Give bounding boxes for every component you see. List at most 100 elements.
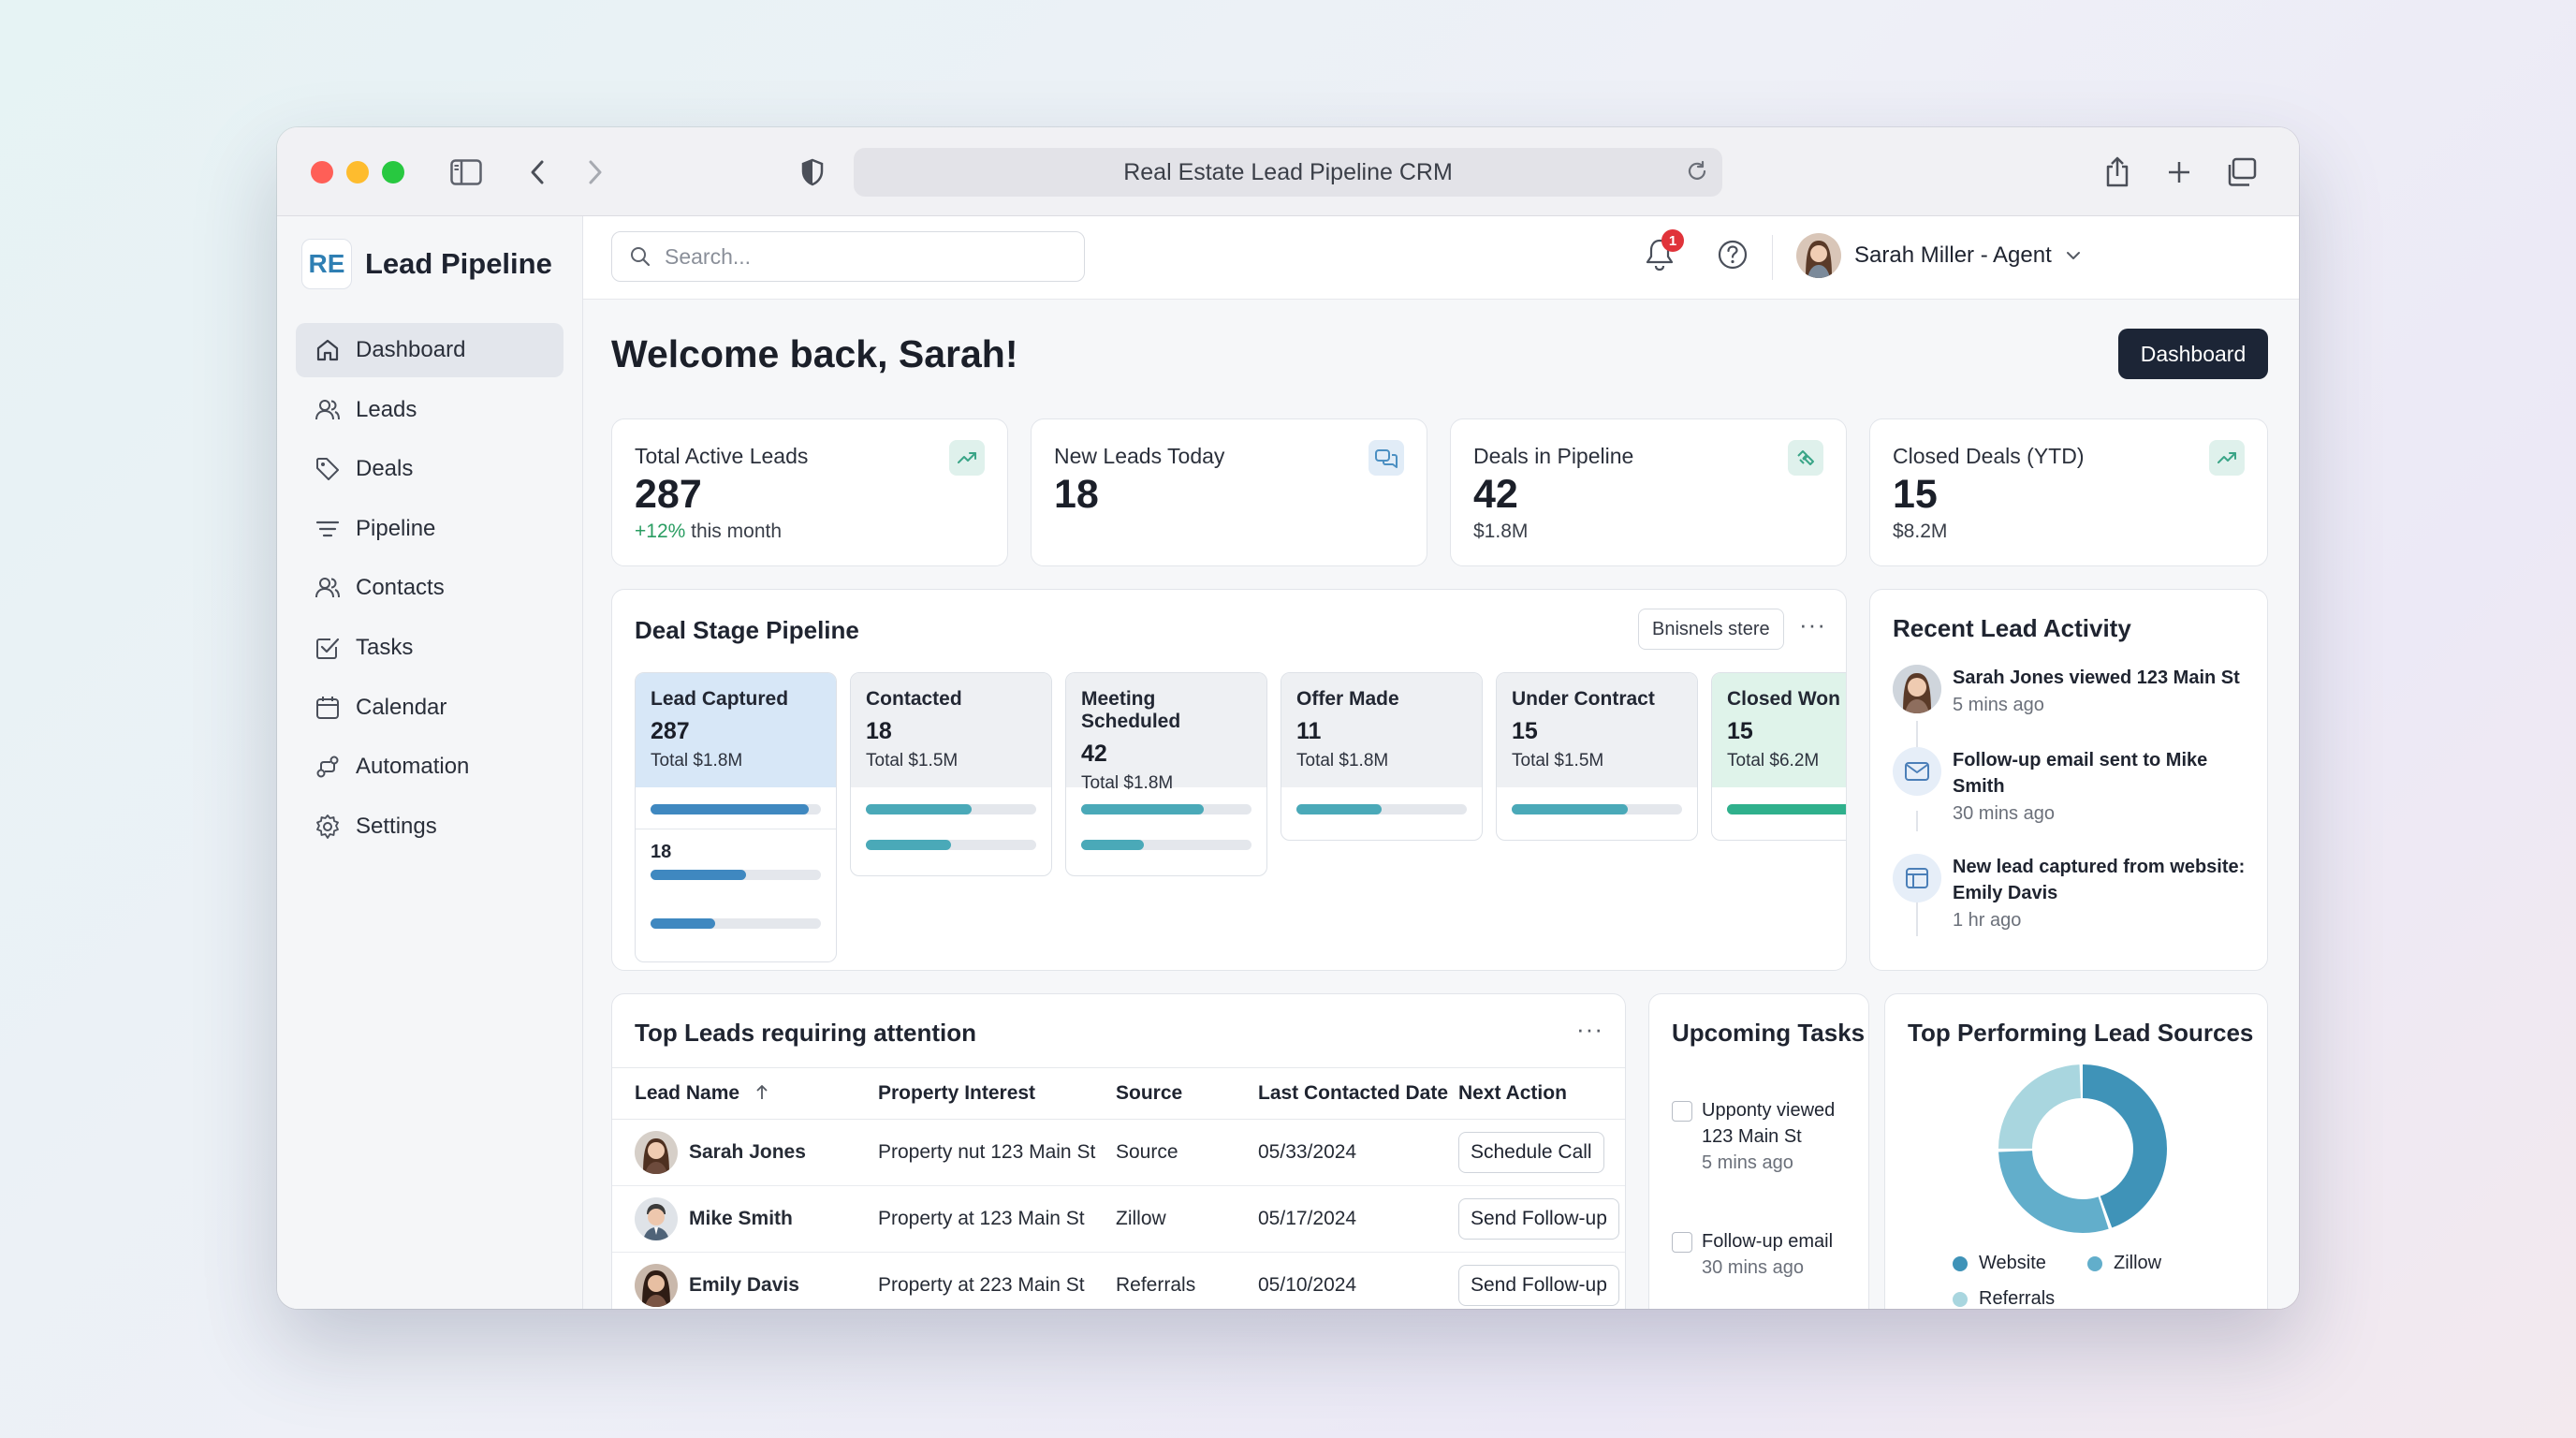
stage-progress-fill <box>866 804 972 814</box>
new-tab-icon[interactable] <box>2159 152 2200 193</box>
column-header-property-interest[interactable]: Property Interest <box>856 1067 1106 1120</box>
table-row[interactable]: Sarah Jones Property nut 123 Main St Sou… <box>612 1119 1625 1186</box>
stage-total: Total $1.8M <box>1081 773 1174 793</box>
pipeline-filter-chip[interactable]: Bnisnels stere <box>1638 609 1784 650</box>
minimize-window-button[interactable] <box>346 161 369 183</box>
search-box[interactable] <box>611 231 1085 282</box>
task-time: 5 mins ago <box>1702 1152 1793 1173</box>
sidebar-item-pipeline[interactable]: Pipeline <box>296 502 564 556</box>
task-checkbox[interactable] <box>1672 1101 1692 1122</box>
more-options-icon[interactable]: ··· <box>1576 1015 1603 1044</box>
sidebar-item-settings[interactable]: Settings <box>296 800 564 854</box>
task-label: Follow-up email <box>1702 1231 1834 1252</box>
activity-item[interactable]: New lead captured from website: Emily Da… <box>1893 854 2258 931</box>
property-interest-cell: Property at 123 Main St <box>856 1185 1106 1253</box>
notification-badge: 1 <box>1661 229 1684 252</box>
stage-progress-bar <box>1512 804 1682 814</box>
trending-up-icon <box>949 440 985 476</box>
stage-progress-fill <box>1727 804 1846 814</box>
user-avatar <box>1796 233 1841 278</box>
sort-ascending-icon[interactable] <box>754 1084 769 1101</box>
gear-icon <box>316 814 339 839</box>
pipeline-stage-closed-won[interactable]: Closed Won 15 Total $6.2M <box>1711 672 1846 841</box>
upcoming-tasks-title: Upcoming Tasks <box>1672 1019 1866 1047</box>
legend-label: Website <box>1979 1253 2046 1273</box>
table-row[interactable]: Emily Davis Property at 223 Main St Refe… <box>612 1252 1625 1309</box>
more-options-icon[interactable]: ··· <box>1799 610 1826 639</box>
user-name: Sarah Miller - Agent <box>1854 242 2052 268</box>
property-interest-cell: Property nut 123 Main St <box>856 1119 1106 1186</box>
forward-icon[interactable] <box>575 152 616 193</box>
privacy-shield-icon[interactable] <box>792 152 833 193</box>
sidebar-item-automation[interactable]: Automation <box>296 740 564 794</box>
send-follow-up-button[interactable]: Send Follow-up <box>1458 1198 1619 1240</box>
task-item[interactable]: Upponty viewed 123 Main St 5 mins ago <box>1672 1097 1850 1219</box>
lead-name-cell: Mike Smith <box>635 1197 856 1240</box>
stage-progress-fill <box>651 918 716 929</box>
lead-name-cell: Sarah Jones <box>635 1131 856 1174</box>
address-bar[interactable]: Real Estate Lead Pipeline CRM <box>854 148 1722 197</box>
sidebar-toggle-icon[interactable] <box>446 152 487 193</box>
legend-item-referrals: Referrals <box>1953 1288 2055 1309</box>
chat-icon <box>1368 440 1404 476</box>
stage-header: Under Contract 15 Total $1.5M <box>1497 673 1697 787</box>
tab-overview-icon[interactable] <box>2220 152 2261 193</box>
sidebar-item-contacts[interactable]: Contacts <box>296 561 564 615</box>
sidebar-item-deals[interactable]: Deals <box>296 442 564 496</box>
back-icon[interactable] <box>517 152 558 193</box>
sidebar: RE Lead Pipeline Dashboard Leads Deals P… <box>277 216 583 1309</box>
stage-progress-bar <box>1727 804 1846 814</box>
stage-count: 11 <box>1296 718 1322 744</box>
close-window-button[interactable] <box>311 161 333 183</box>
stage-total: Total $1.8M <box>1296 751 1389 770</box>
help-icon[interactable] <box>1717 239 1749 275</box>
task-checkbox[interactable] <box>1672 1232 1692 1253</box>
stage-header: Meeting Scheduled 42 Total $1.8M <box>1066 673 1266 793</box>
stat-label: New Leads Today <box>1054 444 1225 468</box>
stage-progress-bar <box>651 918 821 929</box>
stat-card-total-active-leads[interactable]: Total Active Leads 287 +12% this month <box>611 418 1008 566</box>
sidebar-item-label: Contacts <box>356 575 445 601</box>
brand[interactable]: RE Lead Pipeline <box>301 239 552 289</box>
stage-sub-count: 18 <box>651 842 672 862</box>
table-row[interactable]: Mike Smith Property at 123 Main St Zillo… <box>612 1185 1625 1253</box>
stage-progress-bar <box>866 840 1036 850</box>
activity-time: 1 hr ago <box>1953 910 2022 931</box>
stat-card-closed-deals[interactable]: Closed Deals (YTD) 15 $8.2M <box>1869 418 2268 566</box>
pipeline-stage-meeting-scheduled[interactable]: Meeting Scheduled 42 Total $1.8M <box>1065 672 1267 876</box>
user-menu[interactable]: Sarah Miller - Agent <box>1796 233 2082 278</box>
lead-sources-donut-chart <box>1998 1064 2167 1233</box>
activity-item[interactable]: Follow-up email sent to Mike Smith 30 mi… <box>1893 747 2258 824</box>
pipeline-stage-offer-made[interactable]: Offer Made 11 Total $1.8M <box>1281 672 1483 841</box>
send-follow-up-button[interactable]: Send Follow-up <box>1458 1265 1619 1306</box>
sidebar-item-dashboard[interactable]: Dashboard <box>296 323 564 377</box>
column-header-next-action[interactable]: Next Action <box>1458 1067 1625 1120</box>
pipeline-stage-under-contract[interactable]: Under Contract 15 Total $1.5M <box>1496 672 1698 841</box>
lead-name: Mike Smith <box>689 1208 793 1229</box>
search-input[interactable] <box>663 242 1060 271</box>
stage-count: 15 <box>1727 718 1753 744</box>
pipeline-stage-lead-captured[interactable]: Lead Captured 287 Total $1.8M 18 <box>635 672 837 962</box>
column-header-lead-name[interactable]: Lead Name <box>612 1067 856 1120</box>
column-header-source[interactable]: Source <box>1106 1067 1249 1120</box>
pipeline-stage-contacted[interactable]: Contacted 18 Total $1.5M <box>850 672 1052 876</box>
browser-titlebar: Real Estate Lead Pipeline CRM <box>277 127 2299 216</box>
stage-progress-bar <box>1081 804 1251 814</box>
sidebar-item-leads[interactable]: Leads <box>296 383 564 437</box>
stat-card-new-leads-today[interactable]: New Leads Today 18 <box>1031 418 1427 566</box>
dashboard-button[interactable]: Dashboard <box>2118 329 2268 379</box>
page-title: Welcome back, Sarah! <box>611 332 1018 375</box>
last-contacted-cell: 05/10/2024 <box>1249 1252 1458 1309</box>
sidebar-item-tasks[interactable]: Tasks <box>296 621 564 675</box>
reload-icon[interactable] <box>1685 159 1709 190</box>
stat-card-deals-in-pipeline[interactable]: Deals in Pipeline 42 $1.8M <box>1450 418 1847 566</box>
share-icon[interactable] <box>2097 152 2138 193</box>
stage-count: 42 <box>1081 741 1107 767</box>
maximize-window-button[interactable] <box>382 161 404 183</box>
activity-item[interactable]: Sarah Jones viewed 123 Main St 5 mins ag… <box>1893 665 2258 730</box>
task-item[interactable]: Follow-up email 30 mins ago <box>1672 1228 1850 1309</box>
schedule-call-button[interactable]: Schedule Call <box>1458 1132 1604 1173</box>
sidebar-item-calendar[interactable]: Calendar <box>296 681 564 735</box>
top-bar: 1 Sarah Miller - Agent <box>583 216 2299 300</box>
column-header-last-contacted[interactable]: Last Contacted Date <box>1249 1067 1458 1120</box>
